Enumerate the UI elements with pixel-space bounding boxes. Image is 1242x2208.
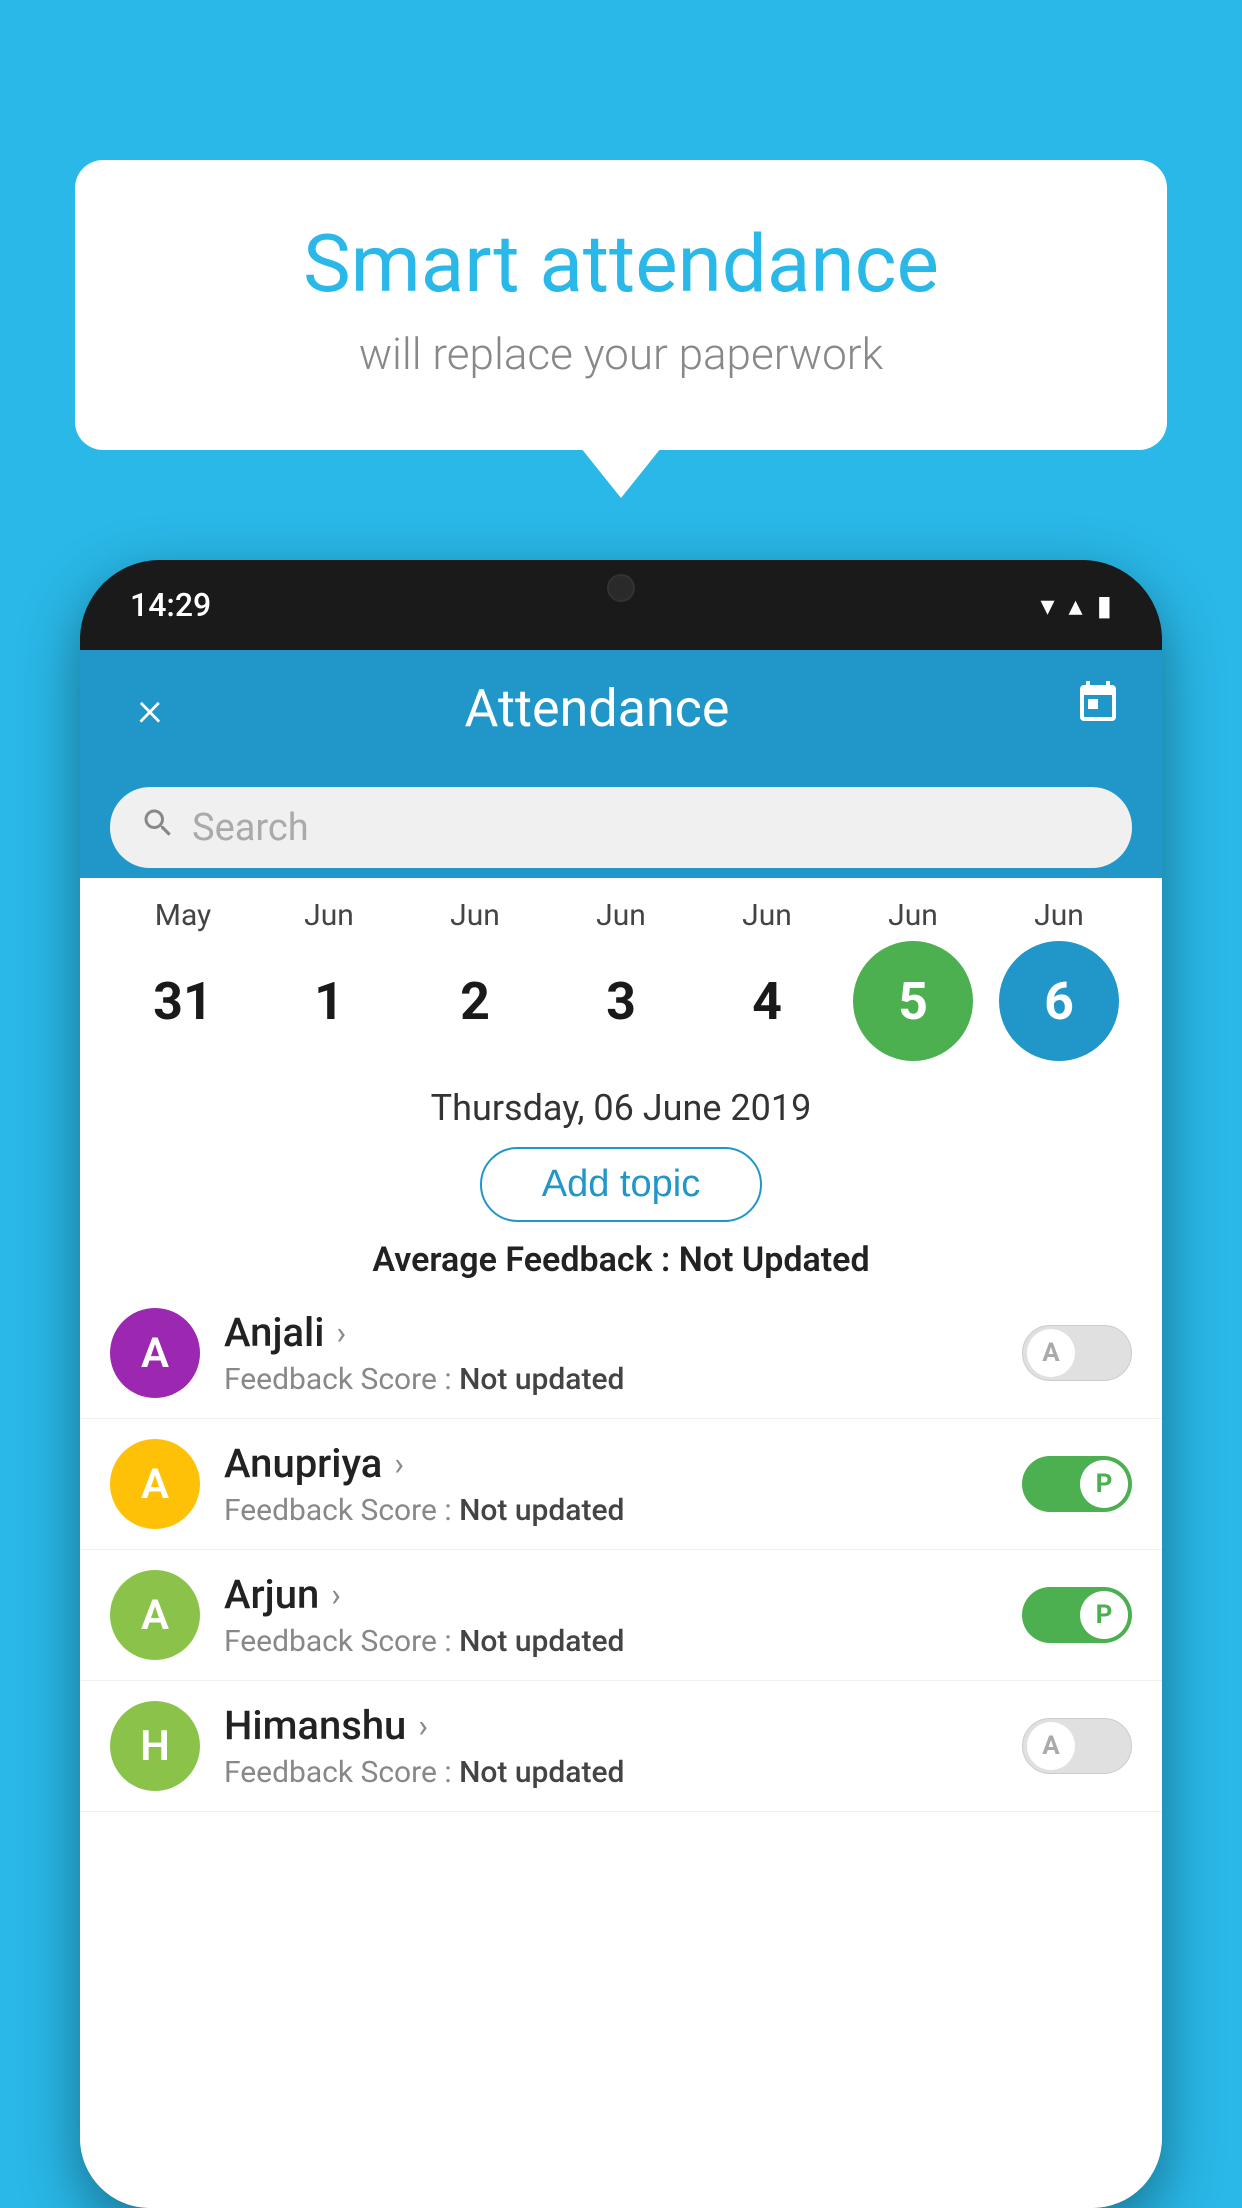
app-header: × Attendance: [80, 650, 1162, 767]
month-4: Jun: [707, 898, 827, 933]
calendar-day-3[interactable]: 3: [561, 941, 681, 1061]
avg-feedback-value: Not Updated: [679, 1240, 870, 1280]
student-item-anjali[interactable]: A Anjali › Feedback Score : Not updated …: [80, 1288, 1162, 1419]
student-item-himanshu[interactable]: H Himanshu › Feedback Score : Not update…: [80, 1681, 1162, 1812]
status-icons: ▾ ▴ ▮: [1040, 589, 1112, 622]
student-feedback-anjali: Feedback Score : Not updated: [224, 1362, 1022, 1397]
student-name-himanshu: Himanshu: [224, 1702, 406, 1749]
status-time: 14:29: [130, 586, 211, 624]
content-area: Thursday, 06 June 2019 Add topic Average…: [80, 1071, 1162, 2208]
student-info-arjun: Arjun › Feedback Score : Not updated: [224, 1571, 1022, 1659]
toggle-knob-arjun: P: [1080, 1591, 1128, 1639]
month-6: Jun: [999, 898, 1119, 933]
search-input[interactable]: Search: [192, 806, 309, 850]
avg-feedback-label: Average Feedback :: [372, 1240, 678, 1280]
calendar-day-2[interactable]: 2: [415, 941, 535, 1061]
wifi-icon: ▾: [1040, 589, 1054, 622]
speech-bubble-title: Smart attendance: [155, 220, 1087, 308]
attendance-toggle-arjun[interactable]: P: [1022, 1587, 1132, 1643]
student-feedback-himanshu: Feedback Score : Not updated: [224, 1755, 1022, 1790]
toggle-knob-anupriya: P: [1080, 1460, 1128, 1508]
avatar-himanshu: H: [110, 1701, 200, 1791]
avatar-anupriya: A: [110, 1439, 200, 1529]
calendar-day-4[interactable]: 4: [707, 941, 827, 1061]
toggle-arjun[interactable]: P: [1022, 1587, 1132, 1643]
calendar-icon[interactable]: [1074, 679, 1122, 738]
battery-icon: ▮: [1097, 589, 1112, 622]
attendance-toggle-anjali[interactable]: A: [1022, 1325, 1132, 1381]
selected-date-label: Thursday, 06 June 2019: [80, 1071, 1162, 1137]
toggle-anjali[interactable]: A: [1022, 1325, 1132, 1381]
month-1: Jun: [269, 898, 389, 933]
status-bar: 14:29 ▾ ▴ ▮: [80, 560, 1162, 650]
student-feedback-anupriya: Feedback Score : Not updated: [224, 1493, 1022, 1528]
toggle-knob-anjali: A: [1027, 1329, 1075, 1377]
avatar-arjun: A: [110, 1570, 200, 1660]
month-0: May: [123, 898, 243, 933]
calendar-dates-row: 31 1 2 3 4 5 6: [110, 941, 1132, 1061]
student-name-row-anjali: Anjali ›: [224, 1309, 1022, 1356]
calendar-day-6[interactable]: 6: [999, 941, 1119, 1061]
student-info-himanshu: Himanshu › Feedback Score : Not updated: [224, 1702, 1022, 1790]
attendance-toggle-himanshu[interactable]: A: [1022, 1718, 1132, 1774]
speech-bubble: Smart attendance will replace your paper…: [75, 160, 1167, 450]
avatar-anjali: A: [110, 1308, 200, 1398]
student-info-anjali: Anjali › Feedback Score : Not updated: [224, 1309, 1022, 1397]
toggle-anupriya[interactable]: P: [1022, 1456, 1132, 1512]
student-list: A Anjali › Feedback Score : Not updated …: [80, 1288, 1162, 2208]
phone-screen: × Attendance Search May: [80, 650, 1162, 2208]
student-name-anjali: Anjali: [224, 1309, 324, 1356]
toggle-himanshu[interactable]: A: [1022, 1718, 1132, 1774]
chevron-icon-himanshu: ›: [418, 1707, 428, 1745]
student-name-row-arjun: Arjun ›: [224, 1571, 1022, 1618]
student-name-arjun: Arjun: [224, 1571, 319, 1618]
calendar-day-0[interactable]: 31: [123, 941, 243, 1061]
speech-bubble-subtitle: will replace your paperwork: [155, 328, 1087, 380]
calendar-day-5[interactable]: 5: [853, 941, 973, 1061]
search-bar[interactable]: Search: [110, 787, 1132, 868]
month-3: Jun: [561, 898, 681, 933]
month-5: Jun: [853, 898, 973, 933]
add-topic-button[interactable]: Add topic: [480, 1147, 762, 1222]
calendar-strip: May Jun Jun Jun Jun Jun Jun 31 1 2 3 4 5…: [80, 878, 1162, 1071]
app-title: Attendance: [120, 678, 1074, 739]
month-2: Jun: [415, 898, 535, 933]
speech-bubble-container: Smart attendance will replace your paper…: [75, 160, 1167, 450]
calendar-months-row: May Jun Jun Jun Jun Jun Jun: [110, 898, 1132, 933]
chevron-icon-anjali: ›: [336, 1314, 346, 1352]
student-name-anupriya: Anupriya: [224, 1440, 382, 1487]
student-item-anupriya[interactable]: A Anupriya › Feedback Score : Not update…: [80, 1419, 1162, 1550]
toggle-knob-himanshu: A: [1027, 1722, 1075, 1770]
student-name-row-anupriya: Anupriya ›: [224, 1440, 1022, 1487]
student-name-row-himanshu: Himanshu ›: [224, 1702, 1022, 1749]
signal-icon: ▴: [1069, 589, 1083, 622]
phone-notch: [551, 560, 691, 615]
phone-frame: 14:29 ▾ ▴ ▮ × Attendance: [80, 560, 1162, 2208]
attendance-toggle-anupriya[interactable]: P: [1022, 1456, 1132, 1512]
calendar-day-1[interactable]: 1: [269, 941, 389, 1061]
search-container: Search: [80, 767, 1162, 878]
chevron-icon-arjun: ›: [331, 1576, 341, 1614]
chevron-icon-anupriya: ›: [394, 1445, 404, 1483]
avg-feedback-row: Average Feedback : Not Updated: [80, 1232, 1162, 1288]
phone-camera: [607, 574, 635, 602]
search-icon: [140, 805, 176, 850]
student-feedback-arjun: Feedback Score : Not updated: [224, 1624, 1022, 1659]
student-item-arjun[interactable]: A Arjun › Feedback Score : Not updated P: [80, 1550, 1162, 1681]
student-info-anupriya: Anupriya › Feedback Score : Not updated: [224, 1440, 1022, 1528]
